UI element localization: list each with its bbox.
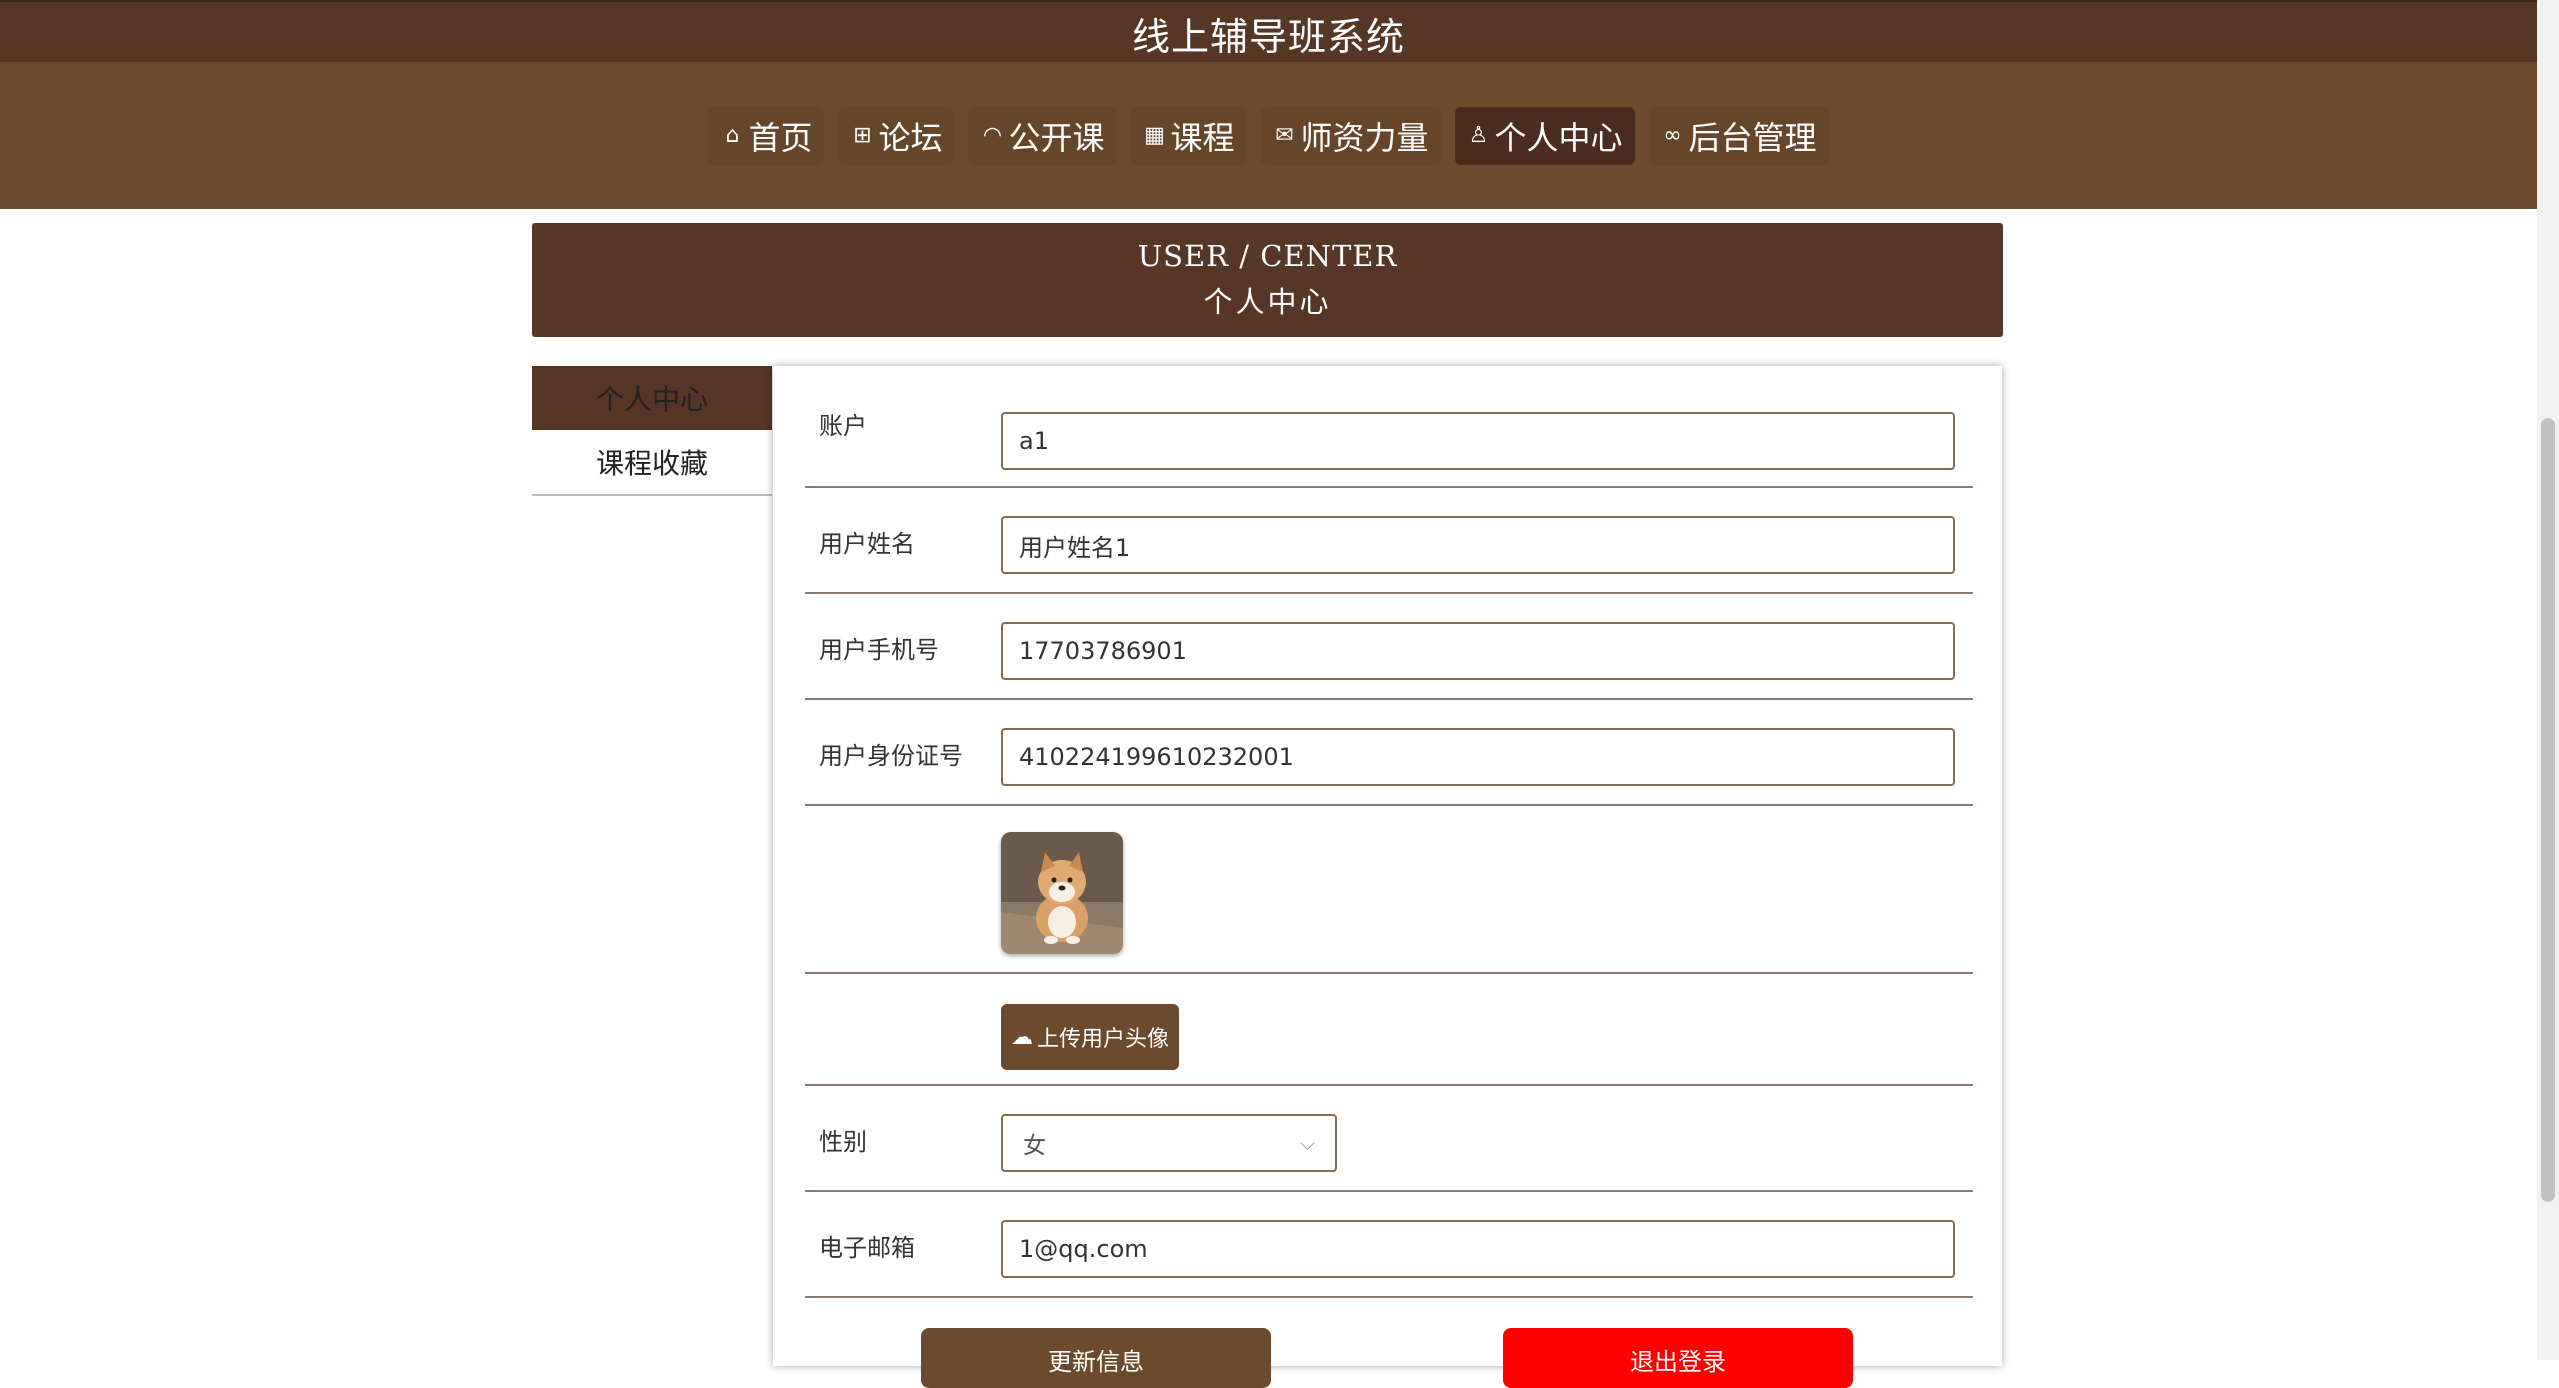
- link-icon: ∞: [1663, 123, 1682, 148]
- nav-label: 个人中心: [1494, 118, 1623, 157]
- site-title: 线上辅导班系统: [1131, 14, 1405, 59]
- cloud-upload-icon: ☁: [1010, 1024, 1033, 1050]
- form-row-account: 账户 a1: [805, 366, 1973, 488]
- page-banner: USER / CENTER 个人中心: [532, 223, 2003, 337]
- nav-item-teachers[interactable]: ✉ 师资力量: [1260, 106, 1441, 165]
- avatar-image: [1001, 832, 1123, 954]
- account-input[interactable]: a1: [1001, 412, 1955, 470]
- name-input[interactable]: 用户姓名1: [1001, 516, 1955, 574]
- gift-icon: ⊞: [853, 123, 872, 148]
- chevron-down-icon: ⌵: [1299, 1131, 1315, 1155]
- form-row-name: 用户姓名 用户姓名1: [805, 488, 1973, 594]
- upload-avatar-label: 上传用户头像: [1036, 1027, 1169, 1052]
- gauge-icon: ◠: [982, 123, 1003, 148]
- gender-value: 女: [1023, 1133, 1046, 1159]
- nav-item-user-center[interactable]: ♙ 个人中心: [1454, 106, 1635, 165]
- nav-label: 师资力量: [1300, 118, 1429, 157]
- gender-label: 性别: [819, 1128, 867, 1156]
- form-row-upload: ☁ 上传用户头像: [805, 974, 1973, 1086]
- nav-item-admin[interactable]: ∞ 后台管理: [1648, 106, 1829, 165]
- form-row-avatar: [805, 806, 1973, 974]
- banner-english-title: USER / CENTER: [1137, 239, 1398, 273]
- name-label: 用户姓名: [819, 530, 915, 558]
- nav-label: 课程: [1170, 118, 1235, 157]
- sidebar-item-user-center[interactable]: 个人中心: [532, 366, 772, 430]
- sidebar-item-course-favorites[interactable]: 课程收藏: [532, 430, 772, 496]
- nav-label: 后台管理: [1688, 118, 1817, 157]
- idcard-label: 用户身份证号: [819, 742, 963, 770]
- nav-item-open-course[interactable]: ◠ 公开课: [968, 106, 1117, 165]
- form-row-gender: 性别 女 ⌵: [805, 1086, 1973, 1192]
- banner-chinese-title: 个人中心: [1203, 285, 1332, 319]
- home-icon: ⌂: [725, 123, 740, 148]
- nav-item-courses[interactable]: ▦ 课程: [1130, 106, 1247, 165]
- update-info-button[interactable]: 更新信息: [921, 1328, 1271, 1388]
- form-row-idcard: 用户身份证号 410224199610232001: [805, 700, 1973, 806]
- nav-label: 公开课: [1008, 118, 1105, 157]
- scrollbar-thumb[interactable]: [2541, 418, 2555, 1202]
- gender-select[interactable]: 女 ⌵: [1001, 1114, 1337, 1172]
- email-label: 电子邮箱: [819, 1234, 915, 1262]
- nav-label: 首页: [748, 118, 813, 157]
- user-icon: ♙: [1468, 123, 1489, 148]
- nav-item-home[interactable]: ⌂ 首页: [708, 106, 825, 165]
- grid-icon: ▦: [1144, 123, 1165, 148]
- sidebar: 个人中心 课程收藏: [532, 366, 772, 496]
- nav-label: 论坛: [878, 118, 943, 157]
- site-header: 线上辅导班系统: [0, 0, 2537, 64]
- page-scrollbar[interactable]: [2537, 0, 2559, 1360]
- form-row-email: 电子邮箱 1@qq.com: [805, 1192, 1973, 1298]
- phone-input[interactable]: 17703786901: [1001, 622, 1955, 680]
- account-label: 账户: [819, 412, 867, 440]
- form-row-phone: 用户手机号 17703786901: [805, 594, 1973, 700]
- email-input[interactable]: 1@qq.com: [1001, 1220, 1955, 1278]
- logout-button[interactable]: 退出登录: [1503, 1328, 1853, 1388]
- mail-icon: ✉: [1275, 123, 1294, 148]
- phone-label: 用户手机号: [819, 636, 939, 664]
- user-form-panel: 账户 a1 用户姓名 用户姓名1 用户手机号 17703786901 用户身份证…: [773, 366, 2002, 1388]
- upload-avatar-button[interactable]: ☁ 上传用户头像: [1001, 1004, 1179, 1070]
- nav-item-forum[interactable]: ⊞ 论坛: [838, 106, 955, 165]
- idcard-input[interactable]: 410224199610232001: [1001, 728, 1955, 786]
- main-nav: ⌂ 首页 ⊞ 论坛 ◠ 公开课 ▦ 课程 ✉ 师资力量 ♙ 个人中心 ∞ 后台管…: [0, 62, 2537, 209]
